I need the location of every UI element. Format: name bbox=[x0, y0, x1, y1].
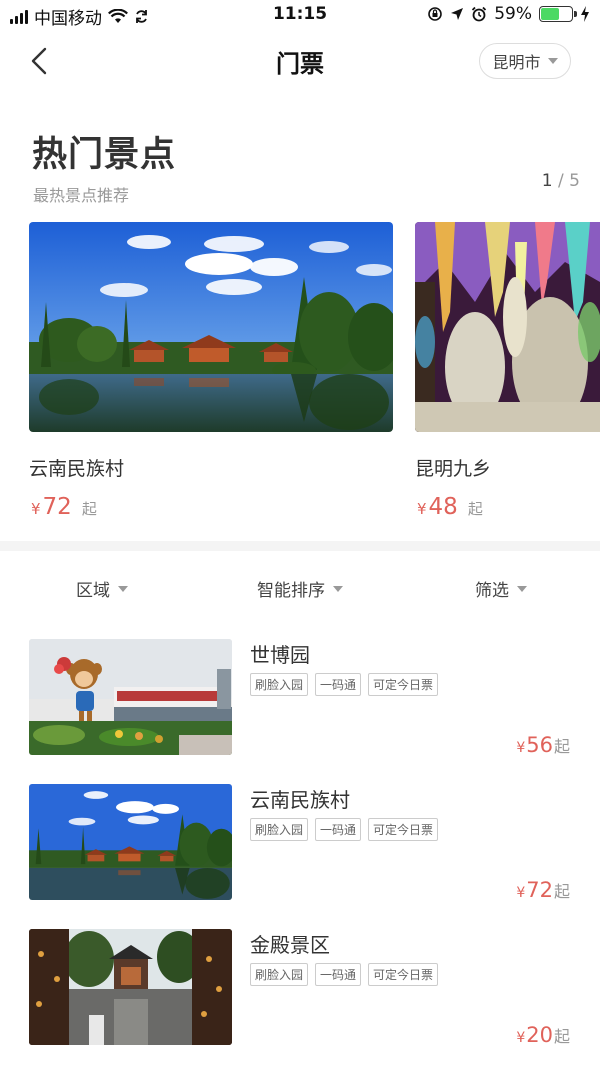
ticket-list-item[interactable]: 世博园 刷脸入园 一码通 可定今日票 ¥ 56 起 bbox=[0, 639, 600, 757]
ticket-price: ¥ 72 起 bbox=[516, 878, 570, 902]
ticket-list-item[interactable]: 金殿景区 刷脸入园 一码通 可定今日票 ¥ 20 起 bbox=[0, 929, 600, 1047]
filter-more-button[interactable]: 筛选 bbox=[475, 576, 527, 601]
battery-percent: 59% bbox=[494, 4, 532, 24]
filter-sort-button[interactable]: 智能排序 bbox=[257, 576, 343, 601]
attraction-price: ¥ 72 起 bbox=[31, 494, 97, 520]
tag-face-entry: 刷脸入园 bbox=[250, 818, 309, 841]
tag-one-code: 一码通 bbox=[315, 963, 362, 986]
price-value: 48 bbox=[428, 494, 458, 520]
charging-icon bbox=[581, 6, 589, 22]
ticket-photo bbox=[29, 784, 232, 900]
price-suffix: 起 bbox=[553, 882, 570, 901]
ticket-name: 云南民族村 bbox=[250, 788, 350, 812]
city-label: 昆明市 bbox=[492, 53, 541, 72]
attraction-price: ¥ 48 起 bbox=[417, 494, 483, 520]
currency-symbol: ¥ bbox=[516, 740, 526, 756]
ticket-photo bbox=[29, 639, 232, 755]
status-right: 59% bbox=[427, 4, 590, 24]
ticket-price: ¥ 20 起 bbox=[516, 1023, 570, 1047]
orientation-lock-icon bbox=[428, 7, 443, 21]
caret-down-icon bbox=[118, 585, 128, 592]
tag-today-booking: 可定今日票 bbox=[368, 818, 439, 841]
tag-today-booking: 可定今日票 bbox=[368, 673, 439, 696]
section-subtitle: 最热景点推荐 bbox=[33, 186, 130, 205]
attraction-photo[interactable] bbox=[415, 222, 600, 432]
hot-card[interactable]: 云南民族村 ¥ 72 起 bbox=[29, 222, 393, 520]
ticket-name: 金殿景区 bbox=[250, 933, 330, 957]
ticket-price: ¥ 56 起 bbox=[516, 733, 570, 757]
ticket-tags: 刷脸入园 一码通 可定今日票 bbox=[250, 673, 439, 696]
section-title: 热门景点 bbox=[32, 135, 177, 175]
caret-down-icon bbox=[333, 585, 343, 592]
tag-one-code: 一码通 bbox=[315, 673, 362, 696]
filter-bar: 区域 智能排序 筛选 bbox=[0, 566, 600, 608]
city-selector-button[interactable]: 昆明市 bbox=[479, 43, 571, 79]
filter-area-label: 区域 bbox=[76, 581, 110, 601]
attraction-name: 昆明九乡 bbox=[415, 458, 492, 480]
price-suffix: 起 bbox=[467, 500, 483, 518]
price-value: 56 bbox=[526, 733, 553, 757]
price-value: 20 bbox=[526, 1023, 553, 1047]
pager-current: 1 bbox=[541, 171, 553, 191]
tag-face-entry: 刷脸入园 bbox=[250, 673, 309, 696]
price-suffix: 起 bbox=[553, 737, 570, 756]
pager-separator: / bbox=[558, 171, 564, 191]
filter-sort-label: 智能排序 bbox=[257, 581, 325, 601]
ticket-list-item[interactable]: 云南民族村 刷脸入园 一码通 可定今日票 ¥ 72 起 bbox=[0, 784, 600, 902]
battery-fill bbox=[541, 8, 559, 20]
price-value: 72 bbox=[42, 494, 72, 520]
currency-symbol: ¥ bbox=[516, 885, 526, 901]
ticket-tags: 刷脸入园 一码通 可定今日票 bbox=[250, 963, 439, 986]
caret-down-icon bbox=[517, 585, 527, 592]
status-bar: 中国移动 11:15 59% bbox=[0, 0, 600, 30]
attraction-photo[interactable] bbox=[29, 222, 393, 432]
currency-symbol: ¥ bbox=[31, 500, 41, 518]
currency-symbol: ¥ bbox=[516, 1030, 526, 1046]
tag-today-booking: 可定今日票 bbox=[368, 963, 439, 986]
currency-symbol: ¥ bbox=[417, 500, 427, 518]
alarm-icon bbox=[472, 6, 487, 22]
nav-bar: 门票 昆明市 bbox=[0, 30, 600, 92]
caret-down-icon bbox=[547, 58, 558, 64]
filter-area-button[interactable]: 区域 bbox=[76, 576, 128, 601]
price-suffix: 起 bbox=[81, 500, 97, 518]
carousel-pager: 1 / 5 bbox=[542, 171, 580, 191]
price-suffix: 起 bbox=[553, 1027, 570, 1046]
section-divider bbox=[0, 541, 600, 551]
price-value: 72 bbox=[526, 878, 553, 902]
ticket-photo bbox=[29, 929, 232, 1045]
attraction-name: 云南民族村 bbox=[29, 458, 125, 480]
hot-card[interactable]: 昆明九乡 ¥ 48 起 bbox=[415, 222, 600, 520]
battery-icon bbox=[539, 6, 577, 22]
tag-face-entry: 刷脸入园 bbox=[250, 963, 309, 986]
pager-total: 5 bbox=[569, 171, 580, 191]
tag-one-code: 一码通 bbox=[315, 818, 362, 841]
filter-more-label: 筛选 bbox=[475, 581, 509, 601]
ticket-name: 世博园 bbox=[250, 643, 310, 667]
ticket-tags: 刷脸入园 一码通 可定今日票 bbox=[250, 818, 439, 841]
location-icon bbox=[451, 8, 464, 20]
